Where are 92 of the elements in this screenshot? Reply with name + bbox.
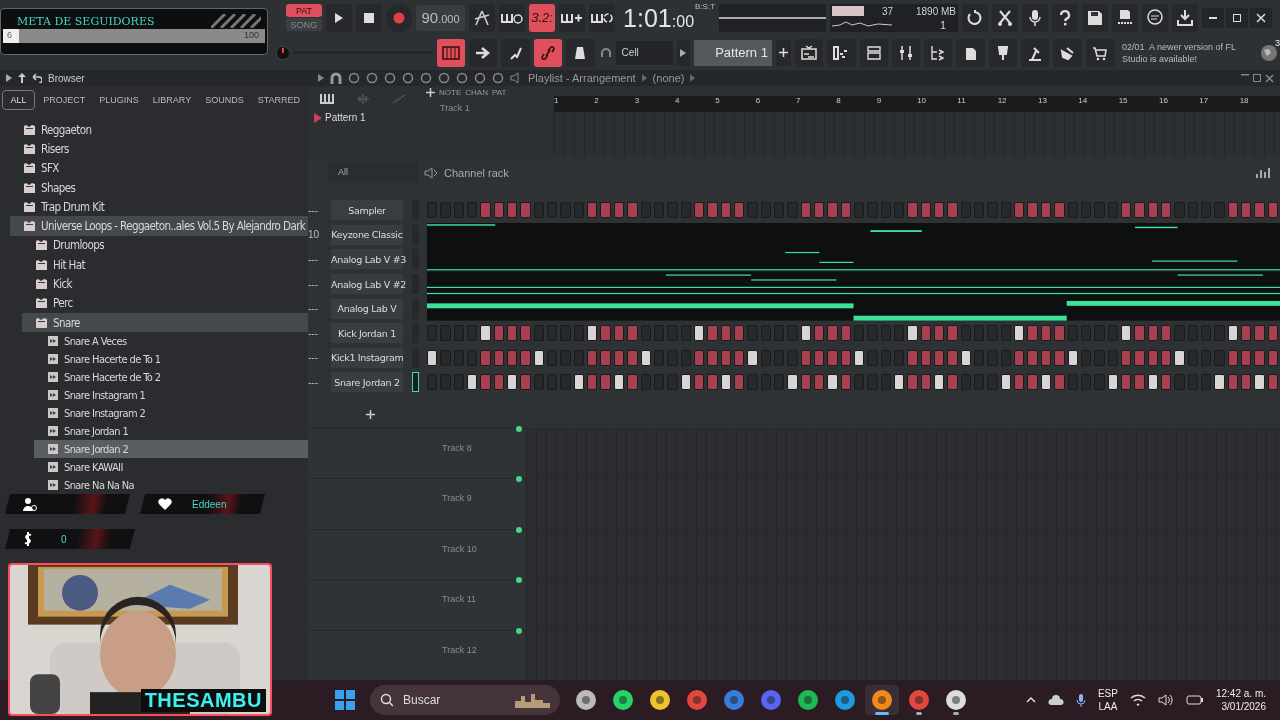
folder-item[interactable]: Risers: [10, 139, 308, 159]
folder-item[interactable]: SFX: [10, 158, 308, 178]
bar-number: 1: [554, 96, 560, 107]
search-field[interactable]: Buscar: [400, 692, 505, 708]
folder-item[interactable]: Kick: [22, 274, 308, 294]
mixer-track-number[interactable]: ---: [308, 352, 328, 364]
folder-item[interactable]: Perc: [22, 293, 308, 313]
track-name: Track 1: [440, 103, 471, 113]
bar-number: 15: [1118, 96, 1129, 107]
channel-button[interactable]: Analog Lab V: [331, 298, 403, 319]
resource-meter: 37 1890 MB 1: [830, 3, 958, 32]
file-item[interactable]: Snare Jordan 1: [34, 422, 308, 441]
folder-item[interactable]: Hit Hat: [22, 255, 308, 275]
bar-number: 8: [836, 96, 842, 107]
browser-tab[interactable]: PROJECT: [37, 90, 92, 110]
pattern-selector[interactable]: Pattern 1: [694, 39, 772, 66]
streamer-name: THESAMBU: [140, 689, 266, 712]
channel-button[interactable]: Sampler: [331, 200, 403, 221]
track-name: Track 12: [441, 643, 478, 655]
file-item[interactable]: Snare A Veces: [34, 332, 308, 351]
bar-number: 7: [796, 96, 802, 107]
file-item[interactable]: Snare KAWAII: [34, 458, 308, 477]
file-item[interactable]: Snare Hacerte de To 1: [34, 350, 308, 369]
bar-number: 18: [1239, 96, 1250, 107]
file-item[interactable]: Snare Jordan 2: [34, 440, 308, 459]
file-item[interactable]: Snare Instagram 2: [34, 404, 308, 423]
folder-item[interactable]: Universe Loops - Reggaeton..ales Vol.5 By Alejandro Dark: [10, 216, 308, 236]
browser-tab[interactable]: LIBRARY: [146, 90, 198, 110]
browser-tab[interactable]: STARRED: [251, 90, 306, 110]
mixer-track-number[interactable]: ---: [308, 254, 328, 265]
browser-tab[interactable]: ALL: [2, 90, 36, 110]
folder-item[interactable]: Trap Drum Kit: [10, 197, 308, 217]
bar-number: 11: [957, 96, 967, 107]
snap-selector[interactable]: Cell: [615, 40, 673, 65]
channel-button[interactable]: Kick Jordan 1: [331, 323, 403, 344]
time-display: 1:01:00 B:S:T: [622, 1, 716, 34]
folder-item[interactable]: Snare: [22, 312, 308, 333]
goal-current: 6: [7, 30, 12, 40]
bar-number: 14: [1078, 96, 1089, 107]
tool-label[interactable]: PAT: [491, 88, 507, 97]
file-item[interactable]: Snare Na Na Na: [34, 476, 308, 495]
channel-rack-title: Channel rack: [444, 167, 509, 179]
donation-total: 0: [61, 533, 67, 545]
countdown-button[interactable]: 3.2:: [529, 3, 556, 32]
bar-number: 6: [755, 96, 762, 107]
mode-toggle[interactable]: PAT: [286, 4, 322, 17]
browser-tab[interactable]: PLUGINS: [93, 90, 145, 110]
bar-number: 17: [1199, 96, 1210, 107]
tool-label[interactable]: CHAN: [465, 88, 488, 97]
mixer-track-number[interactable]: ---: [308, 303, 328, 315]
search-bar[interactable]: Buscar: [370, 685, 560, 715]
browser-tab[interactable]: SOUNDS: [199, 90, 250, 110]
last-follower: Eddeen: [192, 498, 227, 510]
track-name: Track 10: [441, 542, 478, 554]
bar-number: 16: [1159, 96, 1169, 107]
mixer-track-number[interactable]: ---: [308, 327, 328, 339]
playlist-title: Playlist - Arrangement: [528, 72, 636, 84]
clock[interactable]: 12:42 a. m. 3/01/2026: [1215, 687, 1266, 713]
bar-number: 2: [594, 96, 600, 107]
bar-number: 5: [715, 96, 721, 107]
mixer-track-number[interactable]: ---: [308, 278, 328, 290]
bar-number: 9: [876, 96, 883, 107]
pattern-clip[interactable]: Pattern 1: [325, 112, 366, 123]
browser-title: Browser: [48, 72, 85, 84]
bar-number: 4: [675, 96, 681, 107]
folder-item[interactable]: Shapes: [10, 177, 308, 198]
mixer-track-number[interactable]: 10: [308, 229, 328, 241]
tool-label[interactable]: NOTE: [439, 88, 462, 97]
channel-button[interactable]: Kick1 Instagram: [331, 347, 403, 368]
mixer-track-number[interactable]: ---: [308, 376, 328, 388]
mixer-track-number[interactable]: ---: [308, 204, 328, 216]
bar-number: 3: [634, 96, 641, 107]
track-name: Track 9: [441, 492, 473, 504]
channel-button[interactable]: Keyzone Classic: [331, 224, 403, 245]
bar-number: 10: [917, 96, 927, 107]
file-item[interactable]: Snare Instagram 1: [34, 386, 308, 405]
goal-title: META DE SEGUIDORES: [17, 15, 155, 28]
bar-number: 13: [1038, 96, 1048, 107]
playlist-target: (none): [652, 72, 685, 84]
file-item[interactable]: Snare Hacerte de To 2: [34, 368, 308, 387]
bar-number: 12: [997, 96, 1008, 107]
track-name: Track 11: [441, 593, 477, 605]
news-message[interactable]: 02/01 A newer version of FL Studio is available!: [1121, 40, 1252, 65]
tempo-display[interactable]: 90.000: [416, 4, 466, 31]
track-name: Track 8: [441, 442, 473, 453]
folder-item[interactable]: Reggaeton: [10, 120, 308, 140]
language-indicator[interactable]: ESP LAA: [1097, 687, 1118, 713]
folder-item[interactable]: Drumloops: [22, 235, 308, 256]
channel-button[interactable]: Snare Jordan 2: [331, 372, 403, 393]
goal-target: 100: [243, 30, 259, 40]
notification-count: 3: [1274, 37, 1280, 48]
channel-filter[interactable]: All: [328, 163, 418, 183]
